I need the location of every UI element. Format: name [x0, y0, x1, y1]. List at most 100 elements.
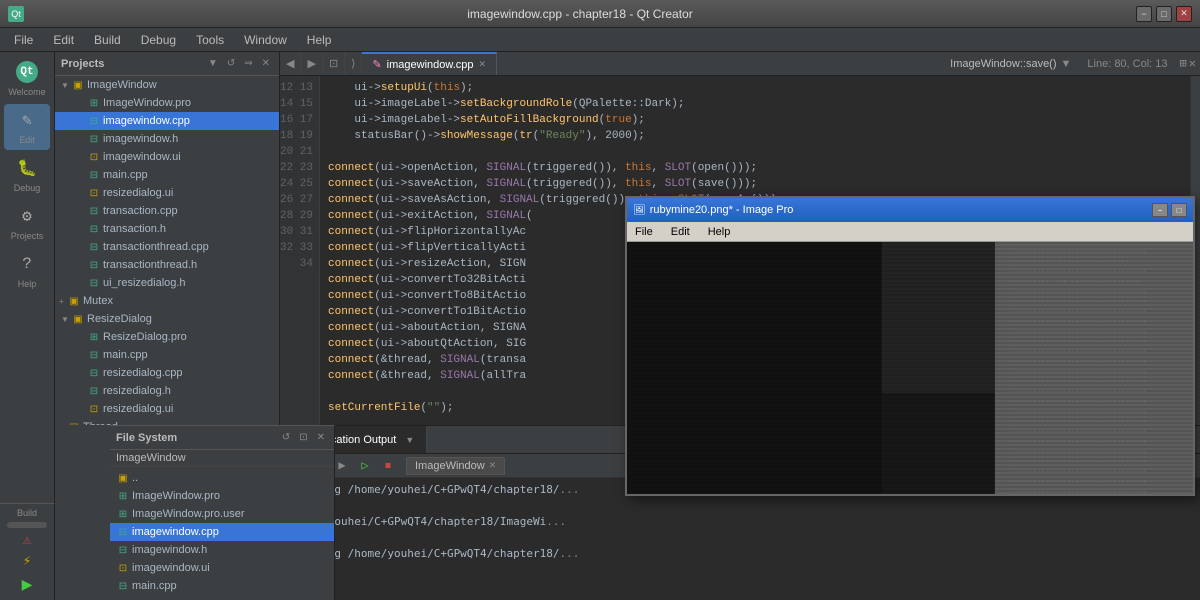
h-file-icon: ⊟ [87, 133, 101, 145]
output-tab-dropdown[interactable]: ▼ [405, 435, 414, 445]
project-tree-title: Projects [61, 58, 104, 70]
minimize-button[interactable]: − [1136, 6, 1152, 22]
svg-text:..............................: ................................ [1012, 286, 1147, 294]
tree-item-imagewindow-h[interactable]: ⊟ imagewindow.h [55, 130, 279, 148]
sidebar-icon-edit[interactable]: ✎ Edit [4, 104, 50, 150]
svg-text:..............................: ................................ [1012, 316, 1147, 324]
iv-menu-help[interactable]: Help [704, 225, 735, 239]
iv-menu-bar: File Edit Help [627, 222, 1193, 242]
sidebar-icon-debug[interactable]: 🐛 Debug [4, 152, 50, 198]
tree-item-imagewindow-root[interactable]: ▼ ▣ ImageWindow [55, 76, 279, 94]
folder-icon: ▣ [67, 295, 81, 307]
editor-close-area: ⊞ ✕ [1176, 52, 1200, 75]
tree-item-resizedialog-ui2[interactable]: ⊡ resizedialog.ui [55, 400, 279, 418]
output-line [288, 530, 1192, 546]
tab-nav-up[interactable]: ⊡ [323, 52, 345, 75]
fs-close-btn[interactable]: ✕ [314, 431, 328, 444]
fs-nav-btn[interactable]: ⊡ [296, 431, 310, 444]
fs-pin-btn[interactable]: ↺ [279, 431, 293, 444]
tree-item-label: main.cpp [103, 349, 148, 361]
fs-item-dotdot[interactable]: ▣ .. [110, 469, 334, 487]
fs-item-label: imagewindow.h [132, 544, 207, 556]
build-run-icon[interactable]: ▶ [22, 574, 33, 596]
svg-text:..............................: ................................ [1012, 396, 1147, 404]
folder-icon: ▣ [116, 472, 130, 484]
welcome-icon: Qt [16, 61, 38, 83]
tree-item-mutex-root[interactable]: + ▣ Mutex [55, 292, 279, 310]
tab-close-icon[interactable]: ✕ [479, 59, 487, 70]
menu-help[interactable]: Help [297, 31, 342, 49]
tree-item-resizedialog-h2[interactable]: ⊟ resizedialog.h [55, 382, 279, 400]
tree-item-transaction-cpp[interactable]: ⊟ transaction.cpp [55, 202, 279, 220]
menu-build[interactable]: Build [84, 31, 131, 49]
fs-item-main-cpp[interactable]: ⊟ main.cpp [110, 577, 334, 595]
fs-item-imagewindow-pro-user[interactable]: ⊞ ImageWindow.pro.user [110, 505, 334, 523]
tree-sync-btn[interactable]: ↺ [224, 57, 238, 70]
iv-menu-file[interactable]: File [631, 225, 657, 239]
sidebar-icon-help[interactable]: ? Help [4, 248, 50, 294]
iv-menu-edit[interactable]: Edit [667, 225, 694, 239]
tree-item-imagewindow-cpp[interactable]: ⊟ imagewindow.cpp [55, 112, 279, 130]
fs-item-imagewindow-cpp[interactable]: ⊟ imagewindow.cpp [110, 523, 334, 541]
tree-item-imagewindow-ui[interactable]: ⊡ imagewindow.ui [55, 148, 279, 166]
tree-item-main-cpp[interactable]: ⊟ main.cpp [55, 166, 279, 184]
editor-float-btn[interactable]: ⊞ [1180, 56, 1187, 71]
editor-close-btn[interactable]: ✕ [1189, 56, 1196, 71]
build-bar-label: Build [17, 508, 37, 518]
close-button[interactable]: ✕ [1176, 6, 1192, 22]
svg-text:......... ... ..............: ......... ... ................ [1012, 276, 1138, 284]
output-next-btn[interactable]: ▶ [332, 457, 352, 475]
tree-item-transactionthread-h[interactable]: ⊟ transactionthread.h [55, 256, 279, 274]
tree-item-resizedialog-ui[interactable]: ⊡ resizedialog.ui [55, 184, 279, 202]
fs-item-imagewindow-ui[interactable]: ⊡ imagewindow.ui [110, 559, 334, 577]
tab-nav-next[interactable]: ▶ [301, 52, 322, 75]
tree-item-resizedialog-cpp2[interactable]: ⊟ resizedialog.cpp [55, 364, 279, 382]
output-stop-btn[interactable]: ⏹ [378, 457, 398, 475]
tree-content: ▼ ▣ ImageWindow ⊞ ImageWindow.pro ⊟ imag… [55, 76, 279, 425]
tree-item-label: transaction.cpp [103, 205, 178, 217]
menu-debug[interactable]: Debug [131, 31, 186, 49]
svg-text:..............................: ................................ [1012, 456, 1147, 464]
tree-item-transaction-h[interactable]: ⊟ transaction.h [55, 220, 279, 238]
tree-item-thread-root[interactable]: + ▣ Thread [55, 418, 279, 425]
iv-title-left: 🖼 rubymine20.png* - Image Pro [633, 204, 793, 216]
tree-item-ui-resizedialog-h[interactable]: ⊟ ui_resizedialog.h [55, 274, 279, 292]
h-file-icon: ⊟ [87, 223, 101, 235]
build-warning-icon: ⚡ [23, 553, 31, 570]
output-subtab-close[interactable]: ✕ [489, 460, 497, 471]
fs-item-label: imagewindow.ui [132, 562, 210, 574]
tree-item-resizedialog-pro2[interactable]: ⊞ ResizeDialog.pro [55, 328, 279, 346]
sidebar-welcome-label: Welcome [8, 87, 45, 97]
tree-item-label: imagewindow.cpp [103, 115, 190, 127]
sidebar-icon-welcome[interactable]: Qt Welcome [4, 56, 50, 102]
tree-item-transactionthread-cpp[interactable]: ⊟ transactionthread.cpp [55, 238, 279, 256]
editor-tab-imagewindow-cpp[interactable]: ✎ imagewindow.cpp ✕ [362, 52, 497, 75]
tree-item-imagewindow-pro[interactable]: ⊞ ImageWindow.pro [55, 94, 279, 112]
menu-tools[interactable]: Tools [186, 31, 234, 49]
tree-item-label: ResizeDialog.pro [103, 331, 187, 343]
fs-item-imagewindow-h[interactable]: ⊟ imagewindow.h [110, 541, 334, 559]
tree-item-resizedialog-root[interactable]: ▼ ▣ ResizeDialog [55, 310, 279, 328]
output-subtab-imagewindow[interactable]: ImageWindow ✕ [406, 457, 505, 475]
menu-file[interactable]: File [4, 31, 43, 49]
image-viewer-window[interactable]: 🖼 rubymine20.png* - Image Pro − □ File E… [625, 196, 1195, 496]
build-bar: Build ⚠ ⚡ ▶ [0, 503, 55, 600]
iv-minimize-btn[interactable]: − [1152, 203, 1168, 217]
folder-icon: ▣ [71, 79, 85, 91]
menu-window[interactable]: Window [234, 31, 297, 49]
iv-title-controls: − □ [1152, 203, 1187, 217]
breadcrumb-dropdown[interactable]: ▼ [1061, 58, 1072, 70]
maximize-button[interactable]: □ [1156, 6, 1172, 22]
ui-file-icon: ⊡ [87, 151, 101, 163]
tree-filter-btn[interactable]: ▼ [205, 57, 221, 70]
iv-maximize-btn[interactable]: □ [1171, 203, 1187, 217]
sidebar-icon-projects[interactable]: ⚙ Projects [4, 200, 50, 246]
tree-close-btn[interactable]: ✕ [259, 57, 273, 70]
svg-text:..............................: ................................ [1012, 346, 1147, 354]
menu-edit[interactable]: Edit [43, 31, 84, 49]
fs-item-imagewindow-pro[interactable]: ⊞ ImageWindow.pro [110, 487, 334, 505]
tree-nav-btn[interactable]: ⇒ [241, 57, 255, 70]
output-run-btn[interactable]: ▷ [355, 457, 375, 475]
tree-item-main-cpp2[interactable]: ⊟ main.cpp [55, 346, 279, 364]
tab-nav-prev[interactable]: ◀ [280, 52, 301, 75]
